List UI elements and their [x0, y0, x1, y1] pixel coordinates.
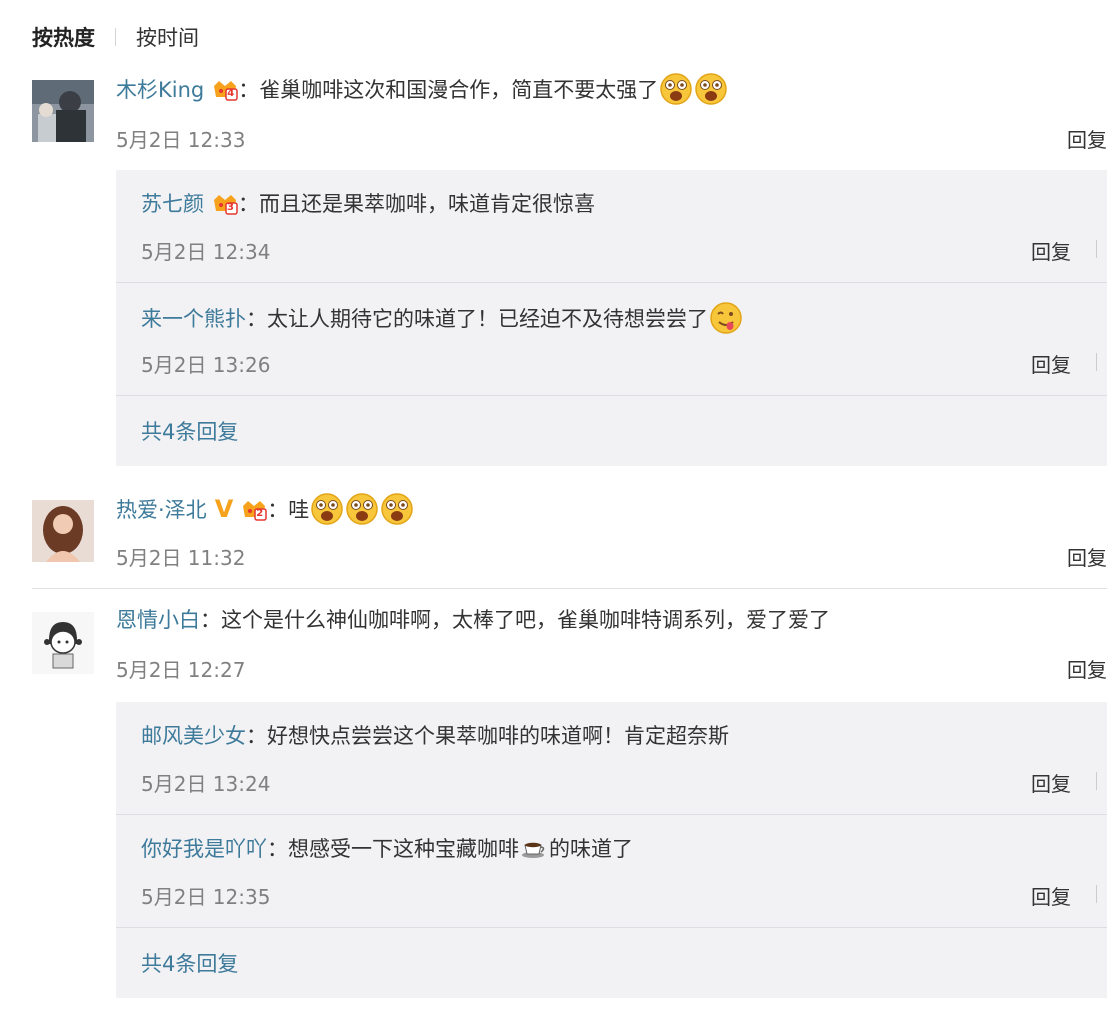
reply-text: 好想快点尝尝这个果萃咖啡的味道啊！肯定超奈斯 — [267, 724, 729, 748]
username[interactable]: 你好我是吖吖 — [141, 833, 267, 863]
reply-item: 苏七颜 3 ： 而且还是果萃咖啡，味道肯定很惊喜 5月2日 12:34 回复 — [116, 170, 1107, 282]
reply-content: 邮风美少女 ： 好想快点尝尝这个果萃咖啡的味道啊！肯定超奈斯 — [141, 720, 729, 750]
divider — [1096, 885, 1097, 903]
reply-button[interactable]: 回复 — [1067, 654, 1107, 683]
divider — [1096, 772, 1097, 790]
avatar[interactable] — [32, 80, 94, 142]
reply-thread: 邮风美少女 ： 好想快点尝尝这个果萃咖啡的味道啊！肯定超奈斯 5月2日 13:2… — [116, 702, 1107, 998]
comment-content: 热爱·泽北 V 2 ： 哇 — [116, 492, 414, 526]
reply-button[interactable]: 回复 — [1031, 881, 1071, 910]
reply-button[interactable]: 回复 — [1031, 768, 1071, 797]
username[interactable]: 苏七颜 — [141, 188, 204, 218]
wow-emoji — [660, 73, 692, 105]
reply-item: 邮风美少女 ： 好想快点尝尝这个果萃咖啡的味道啊！肯定超奈斯 5月2日 13:2… — [116, 702, 1107, 814]
reply-content: 苏七颜 3 ： 而且还是果萃咖啡，味道肯定很惊喜 — [141, 188, 595, 218]
divider — [1096, 240, 1097, 258]
comment-content: 木杉King 4 ： 雀巢咖啡这次和国漫合作，简直不要太强了 — [116, 72, 728, 106]
yum-emoji — [710, 302, 742, 334]
username[interactable]: 木杉King — [116, 74, 204, 104]
wow-emoji — [346, 493, 379, 525]
reply-button[interactable]: 回复 — [1031, 349, 1071, 378]
username[interactable]: 热爱·泽北 — [116, 494, 207, 524]
comment-time: 5月2日 12:33 — [116, 128, 246, 152]
colon: ： — [238, 192, 259, 216]
reply-item: 来一个熊扑 ： 太让人期待它的味道了！已经迫不及待想尝尝了 5月2日 13:26… — [116, 282, 1107, 395]
more-replies[interactable]: 共4条回复 — [116, 395, 1107, 466]
reply-content: 你好我是吖吖 ： 想感受一下这种宝藏咖啡 的味道了 — [141, 833, 633, 863]
reply-time: 5月2日 13:24 — [141, 772, 271, 796]
reply-time: 5月2日 13:26 — [141, 353, 271, 377]
crown-level-badge: 2 — [241, 497, 268, 521]
more-replies-link[interactable]: 共4条回复 — [141, 948, 238, 978]
reply-button[interactable]: 回复 — [1067, 542, 1107, 571]
reply-time: 5月2日 12:35 — [141, 885, 271, 909]
verified-v-icon: V — [214, 495, 234, 523]
username[interactable]: 恩情小白 — [116, 604, 200, 634]
colon: ： — [238, 78, 260, 102]
comment-content: 恩情小白 ： 这个是什么神仙咖啡啊，太棒了吧，雀巢咖啡特调系列，爱了爱了 — [116, 604, 830, 634]
reply-content: 来一个熊扑 ： 太让人期待它的味道了！已经迫不及待想尝尝了 — [141, 301, 743, 335]
crown-level-badge: 3 — [212, 191, 238, 215]
username[interactable]: 邮风美少女 — [141, 720, 246, 750]
crown-level: 2 — [256, 508, 264, 519]
wow-emoji — [381, 493, 414, 525]
crown-level: 3 — [227, 202, 234, 213]
reply-text: 想感受一下这种宝藏咖啡 — [288, 837, 519, 861]
colon: ： — [246, 307, 267, 331]
crown-level: 4 — [227, 88, 235, 99]
sort-divider — [115, 28, 116, 46]
sort-bar: 按热度 按时间 — [32, 20, 199, 54]
more-replies[interactable]: 共4条回复 — [116, 927, 1107, 998]
sort-by-hot[interactable]: 按热度 — [32, 22, 95, 52]
reply-text: 太让人期待它的味道了！已经迫不及待想尝尝了 — [267, 307, 708, 331]
wow-emoji — [695, 73, 727, 105]
colon: ： — [267, 498, 289, 522]
reply-time: 5月2日 12:34 — [141, 240, 271, 264]
reply-button[interactable]: 回复 — [1067, 124, 1107, 153]
reply-button[interactable]: 回复 — [1031, 236, 1071, 265]
coffee-cup-emoji — [522, 842, 545, 858]
reply-item: 你好我是吖吖 ： 想感受一下这种宝藏咖啡 的味道了 5月2日 12:35 回复 — [116, 814, 1107, 927]
colon: ： — [267, 837, 288, 861]
username[interactable]: 来一个熊扑 — [141, 303, 246, 333]
comment-text: 哇 — [288, 498, 310, 522]
comment-time: 5月2日 12:27 — [116, 658, 246, 682]
colon: ： — [200, 608, 221, 632]
sort-by-time[interactable]: 按时间 — [136, 22, 199, 52]
crown-level-badge: 4 — [212, 77, 238, 101]
avatar[interactable] — [32, 500, 94, 562]
reply-text: 的味道了 — [549, 837, 633, 861]
avatar[interactable] — [32, 612, 94, 674]
colon: ： — [246, 724, 267, 748]
divider — [1096, 353, 1097, 371]
more-replies-link[interactable]: 共4条回复 — [141, 416, 238, 446]
comment-text: 雀巢咖啡这次和国漫合作，简直不要太强了 — [259, 78, 659, 102]
divider — [32, 588, 1107, 589]
wow-emoji — [311, 493, 344, 525]
comment-text: 这个是什么神仙咖啡啊，太棒了吧，雀巢咖啡特调系列，爱了爱了 — [221, 608, 830, 632]
comment-time: 5月2日 11:32 — [116, 546, 246, 570]
comment-feed: 按热度 按时间 木杉King 4 ： 雀巢咖啡这次和国漫合作，简直不要太强了 5… — [0, 0, 1107, 1012]
reply-thread: 苏七颜 3 ： 而且还是果萃咖啡，味道肯定很惊喜 5月2日 12:34 回复 来… — [116, 170, 1107, 466]
reply-text: 而且还是果萃咖啡，味道肯定很惊喜 — [259, 192, 595, 216]
